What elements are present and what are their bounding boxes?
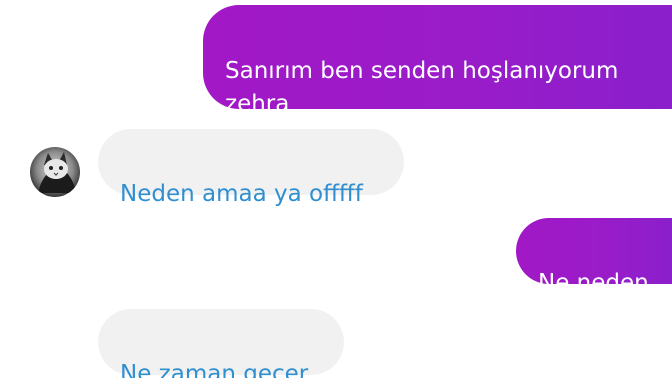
- message-text: Sanırım ben senden hoşlanıyorum zehra: [225, 58, 619, 117]
- cat-photo-avatar-icon: [30, 147, 80, 197]
- outgoing-message-bubble[interactable]: Sanırım ben senden hoşlanıyorum zehra: [203, 5, 672, 117]
- incoming-message-bubble[interactable]: Ne zaman geçer: [98, 309, 344, 378]
- contact-avatar[interactable]: [30, 147, 80, 197]
- outgoing-message-bubble[interactable]: Ne neden: [516, 218, 672, 296]
- message-text: Neden amaa ya offfff: [120, 181, 363, 207]
- message-thread: Sanırım ben senden hoşlanıyorum zehra Ne…: [0, 0, 672, 378]
- message-text: Ne neden: [538, 270, 649, 296]
- message-text: Ne zaman geçer: [120, 361, 309, 378]
- incoming-message-bubble[interactable]: Neden amaa ya offfff: [98, 129, 404, 207]
